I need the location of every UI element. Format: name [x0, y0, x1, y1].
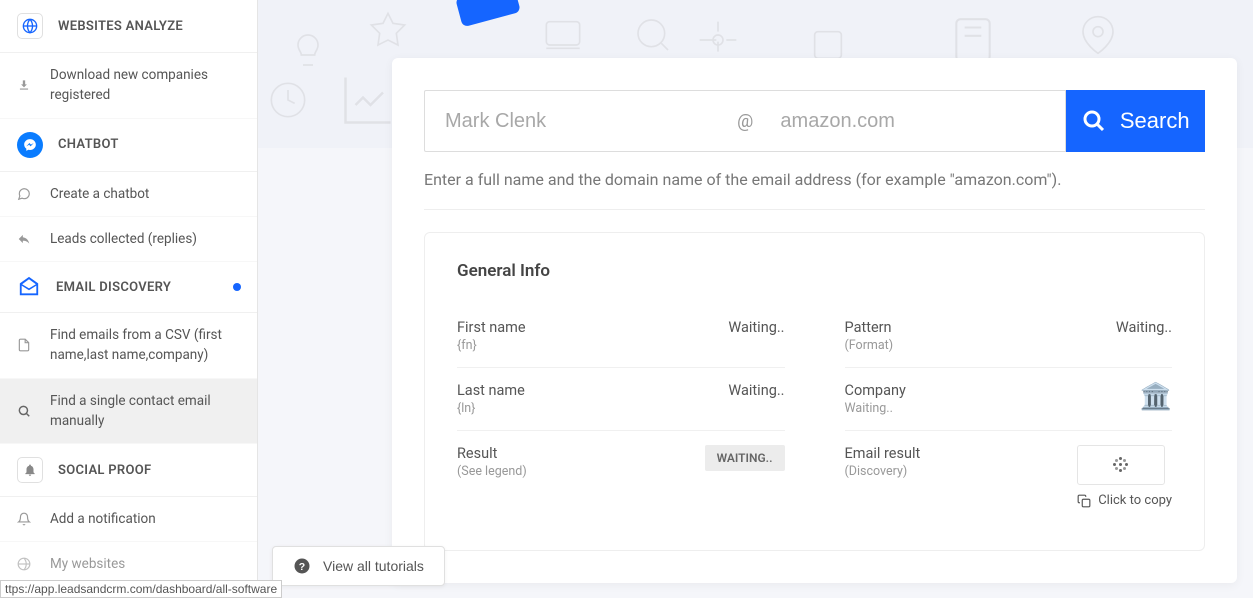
sub-label: (Discovery) [845, 464, 921, 479]
file-icon [16, 338, 32, 352]
info-row-first-name: First name {fn} Waiting.. [457, 305, 785, 368]
info-row-pattern: Pattern (Format) Waiting.. [845, 305, 1173, 368]
search-icon [1082, 109, 1106, 133]
info-row-company: Company Waiting.. 🏛️ [845, 368, 1173, 431]
general-info-card: General Info First name {fn} Waiting.. L… [424, 232, 1205, 551]
sub-label: {fn} [457, 338, 526, 353]
info-row-result: Result (See legend) WAITING.. [457, 431, 785, 493]
sidebar-section-chatbot[interactable]: CHATBOT [0, 119, 257, 172]
bell-outline-icon [16, 512, 32, 526]
view-tutorials-button[interactable]: ? View all tutorials [272, 546, 445, 586]
sidebar-section-websites-analyze[interactable]: WEBSITES ANALYZE [0, 0, 257, 53]
sidebar-item-label: Find emails from a CSV (first name,last … [50, 325, 241, 366]
sidebar-item-create-chatbot[interactable]: Create a chatbot [0, 172, 257, 217]
question-circle-icon: ? [293, 557, 311, 575]
sidebar-item-find-single-email[interactable]: Find a single contact email manually [0, 379, 257, 445]
sidebar-item-label: Add a notification [50, 509, 241, 529]
sidebar-section-email-discovery[interactable]: EMAIL DISCOVERY [0, 262, 257, 313]
messenger-icon [16, 131, 44, 159]
chat-icon [16, 187, 32, 201]
main-content: @ Search Enter a full name and the domai… [258, 0, 1253, 598]
spinner-box [1077, 445, 1165, 485]
fullname-input[interactable] [424, 90, 730, 152]
status-url: ttps://app.leadsandcrm.com/dashboard/all… [0, 580, 282, 598]
at-separator: @ [730, 90, 760, 152]
sidebar-item-label: Find a single contact email manually [50, 391, 241, 432]
section-label: SOCIAL PROOF [58, 463, 151, 478]
sidebar-item-label: Download new companies registered [50, 65, 241, 106]
section-label: CHATBOT [58, 137, 119, 152]
sidebar-item-add-notification[interactable]: Add a notification [0, 497, 257, 542]
label: Company [845, 382, 906, 399]
bell-icon [16, 456, 44, 484]
section-label: EMAIL DISCOVERY [56, 280, 219, 295]
label: First name [457, 319, 526, 336]
value: Waiting.. [728, 382, 784, 399]
info-row-last-name: Last name {ln} Waiting.. [457, 368, 785, 431]
sidebar-item-label: Leads collected (replies) [50, 229, 241, 249]
section-label: WEBSITES ANALYZE [58, 19, 183, 34]
sub-label: Waiting.. [845, 401, 906, 416]
label: Last name [457, 382, 525, 399]
tutorials-label: View all tutorials [323, 558, 424, 574]
sidebar-item-label: My websites [50, 554, 241, 574]
sub-label: (See legend) [457, 464, 527, 479]
info-title: General Info [457, 261, 1172, 281]
label: Email result [845, 445, 921, 462]
label: Pattern [845, 319, 894, 336]
download-icon [16, 78, 32, 92]
search-button[interactable]: Search [1066, 90, 1205, 152]
info-row-email-result: Email result (Discovery) Click to copy [845, 431, 1173, 522]
search-icon [16, 404, 32, 418]
result-badge: WAITING.. [705, 445, 785, 471]
sidebar-section-social-proof[interactable]: SOCIAL PROOF [0, 444, 257, 497]
sidebar-item-download-companies[interactable]: Download new companies registered [0, 53, 257, 119]
search-button-label: Search [1120, 108, 1190, 134]
copy-icon [1077, 494, 1091, 508]
sidebar-item-label: Create a chatbot [50, 184, 241, 204]
value: Waiting.. [728, 319, 784, 336]
info-grid: First name {fn} Waiting.. Last name {ln}… [457, 305, 1172, 522]
click-to-copy[interactable]: Click to copy [1077, 493, 1172, 508]
active-indicator-icon [233, 283, 241, 291]
loading-spinner-icon [1112, 456, 1130, 474]
sidebar: WEBSITES ANALYZE Download new companies … [0, 0, 258, 598]
svg-text:?: ? [299, 561, 305, 573]
reply-icon [16, 232, 32, 246]
sub-label: {ln} [457, 401, 525, 416]
copy-label: Click to copy [1098, 493, 1172, 508]
building-icon: 🏛️ [1140, 382, 1172, 412]
domain-input[interactable] [760, 90, 1066, 152]
search-row: @ Search [424, 90, 1205, 152]
globe-icon [16, 12, 44, 40]
globe-outline-icon [16, 557, 32, 571]
envelope-open-icon [16, 274, 42, 300]
value: Waiting.. [1116, 319, 1172, 336]
sidebar-item-leads-collected[interactable]: Leads collected (replies) [0, 217, 257, 262]
search-card: @ Search Enter a full name and the domai… [392, 58, 1237, 583]
sub-label: (Format) [845, 338, 894, 353]
help-text: Enter a full name and the domain name of… [424, 170, 1205, 210]
sidebar-item-find-emails-csv[interactable]: Find emails from a CSV (first name,last … [0, 313, 257, 379]
label: Result [457, 445, 527, 462]
